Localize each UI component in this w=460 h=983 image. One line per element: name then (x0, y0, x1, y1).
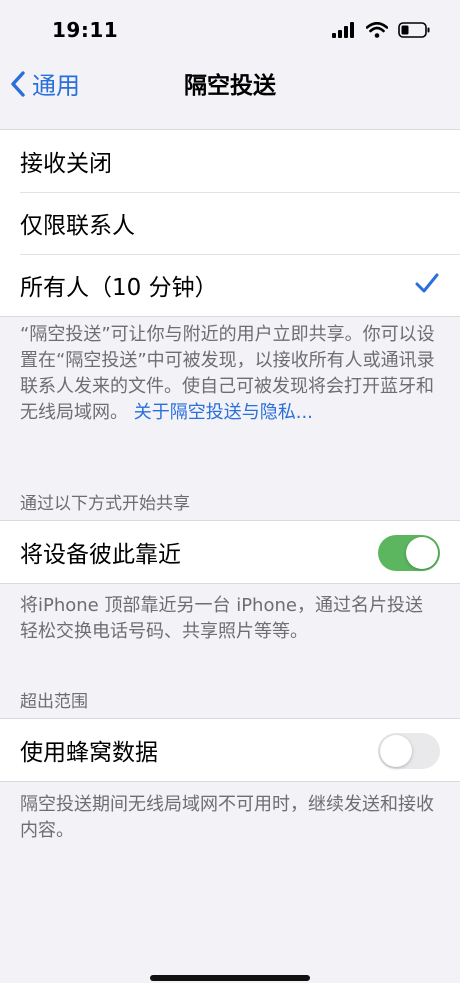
page-title: 隔空投送 (184, 73, 276, 99)
bring-devices-together-toggle[interactable] (378, 535, 440, 571)
out-of-range-description: 隔空投送期间无线局域网不可用时，继续发送和接收内容。 (20, 794, 434, 841)
start-sharing-description: 将iPhone 顶部靠近另一台 iPhone，通过名片投送轻松交换电话号码、共享… (20, 595, 423, 642)
toggle-knob (380, 735, 412, 767)
home-indicator (150, 975, 310, 981)
use-cellular-data-label: 使用蜂窝数据 (20, 740, 158, 766)
start-sharing-group: 将设备彼此靠近 (0, 520, 460, 584)
start-sharing-header: 通过以下方式开始共享 (20, 494, 190, 514)
receive-options-list: 接收关闭 仅限联系人 所有人（10 分钟） (0, 129, 460, 317)
airdrop-privacy-link[interactable]: 关于隔空投送与隐私... (134, 402, 313, 423)
out-of-range-group: 使用蜂窝数据 (0, 718, 460, 782)
navigation-bar: 通用 隔空投送 (0, 60, 460, 124)
bring-devices-together-label: 将设备彼此靠近 (20, 542, 181, 568)
battery-icon (398, 22, 430, 38)
wifi-icon (366, 22, 388, 38)
option-label: 仅限联系人 (20, 213, 135, 239)
cellular-signal-icon (332, 22, 354, 38)
bring-devices-together-row: 将设备彼此靠近 (0, 521, 460, 583)
use-cellular-data-row: 使用蜂窝数据 (0, 719, 460, 781)
checkmark-icon (415, 273, 439, 293)
status-bar: 19:11 (0, 0, 460, 60)
status-icons (332, 22, 430, 38)
option-contacts-only[interactable]: 仅限联系人 (0, 192, 460, 254)
status-time: 19:11 (52, 18, 119, 42)
option-everyone-10-minutes[interactable]: 所有人（10 分钟） (0, 254, 460, 316)
use-cellular-data-toggle[interactable] (378, 733, 440, 769)
out-of-range-header: 超出范围 (20, 692, 88, 712)
airdrop-description: “隔空投送”可让你与附近的用户立即共享。你可以设置在“隔空投送”中可被发现，以接… (20, 322, 440, 426)
toggle-knob (406, 537, 438, 569)
option-receiving-off[interactable]: 接收关闭 (0, 130, 460, 192)
option-label: 所有人（10 分钟） (20, 275, 218, 301)
option-label: 接收关闭 (20, 151, 112, 177)
